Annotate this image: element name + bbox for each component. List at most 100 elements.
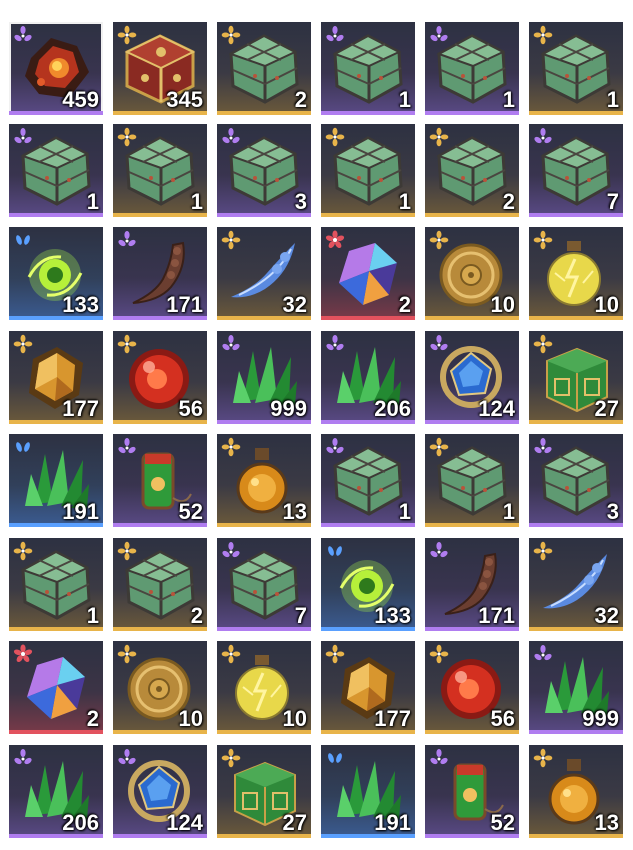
- item-count: 1: [190, 189, 203, 214]
- rarity-bar: [321, 627, 415, 631]
- inventory-slot[interactable]: 206: [321, 331, 415, 424]
- inventory-slot[interactable]: 124: [113, 745, 207, 838]
- rarity-bar: [217, 316, 311, 320]
- inventory-slot[interactable]: 2: [321, 227, 415, 320]
- inventory-slot[interactable]: 1: [321, 22, 415, 115]
- inventory-slot[interactable]: 2: [9, 641, 103, 734]
- item-count: 1: [86, 603, 99, 628]
- gold-rarity-icon: [117, 127, 137, 147]
- gold-rarity-icon: [429, 644, 449, 664]
- inventory-slot[interactable]: 52: [113, 434, 207, 527]
- gold-rarity-icon: [221, 230, 241, 250]
- rarity-bar: [321, 420, 415, 424]
- item-count: 10: [594, 292, 619, 317]
- item-count: 2: [86, 706, 99, 731]
- inventory-slot[interactable]: 1: [9, 538, 103, 631]
- inventory-slot[interactable]: 1: [425, 22, 519, 115]
- rarity-bar: [425, 627, 519, 631]
- inventory-slot[interactable]: 10: [113, 641, 207, 734]
- purple-rarity-icon: [13, 748, 33, 768]
- inventory-slot[interactable]: 7: [217, 538, 311, 631]
- purple-rarity-icon: [117, 230, 137, 250]
- rarity-bar: [529, 111, 623, 115]
- purple-rarity-icon: [221, 334, 241, 354]
- inventory-slot[interactable]: 10: [217, 641, 311, 734]
- inventory-slot[interactable]: 32: [529, 538, 623, 631]
- inventory-slot[interactable]: 27: [217, 745, 311, 838]
- inventory-slot[interactable]: 2: [425, 124, 519, 217]
- inventory-slot[interactable]: 1: [9, 124, 103, 217]
- item-count: 3: [294, 189, 307, 214]
- gold-rarity-icon: [533, 334, 553, 354]
- inventory-slot[interactable]: 999: [529, 641, 623, 734]
- rarity-bar: [321, 111, 415, 115]
- rarity-bar: [529, 523, 623, 527]
- inventory-slot[interactable]: 171: [113, 227, 207, 320]
- inventory-slot[interactable]: 171: [425, 538, 519, 631]
- gold-rarity-icon: [221, 437, 241, 457]
- inventory-slot[interactable]: 206: [9, 745, 103, 838]
- rarity-bar: [217, 627, 311, 631]
- item-count: 56: [490, 706, 515, 731]
- rarity-bar: [529, 213, 623, 217]
- inventory-slot[interactable]: 177: [321, 641, 415, 734]
- inventory-slot[interactable]: 7: [529, 124, 623, 217]
- inventory-slot[interactable]: 1: [321, 434, 415, 527]
- rarity-bar: [321, 213, 415, 217]
- rarity-bar: [9, 213, 103, 217]
- inventory-slot[interactable]: 10: [529, 227, 623, 320]
- inventory-slot[interactable]: 2: [217, 22, 311, 115]
- gold-rarity-icon: [429, 437, 449, 457]
- rarity-bar: [113, 523, 207, 527]
- inventory-slot[interactable]: 27: [529, 331, 623, 424]
- inventory-slot[interactable]: 56: [425, 641, 519, 734]
- inventory-slot[interactable]: 3: [529, 434, 623, 527]
- rarity-bar: [113, 730, 207, 734]
- rarity-bar: [113, 213, 207, 217]
- inventory-slot[interactable]: 133: [9, 227, 103, 320]
- inventory-slot[interactable]: 1: [529, 22, 623, 115]
- inventory-slot[interactable]: 345: [113, 22, 207, 115]
- purple-rarity-icon: [117, 748, 137, 768]
- blue-rarity-icon: [13, 437, 33, 457]
- inventory-slot[interactable]: 124: [425, 331, 519, 424]
- rarity-bar: [321, 730, 415, 734]
- rarity-bar: [529, 316, 623, 320]
- rarity-bar: [529, 627, 623, 631]
- inventory-slot[interactable]: 13: [529, 745, 623, 838]
- inventory-slot[interactable]: 191: [9, 434, 103, 527]
- purple-rarity-icon: [325, 25, 345, 45]
- inventory-slot[interactable]: 10: [425, 227, 519, 320]
- rarity-bar: [9, 730, 103, 734]
- inventory-slot[interactable]: 52: [425, 745, 519, 838]
- inventory-slot[interactable]: 1: [113, 124, 207, 217]
- inventory-slot[interactable]: 56: [113, 331, 207, 424]
- rarity-bar: [321, 316, 415, 320]
- rarity-bar: [425, 111, 519, 115]
- inventory-slot[interactable]: 32: [217, 227, 311, 320]
- gold-rarity-icon: [221, 25, 241, 45]
- gold-rarity-icon: [117, 25, 137, 45]
- inventory-slot[interactable]: 999: [217, 331, 311, 424]
- rarity-bar: [9, 316, 103, 320]
- rarity-bar: [9, 420, 103, 424]
- item-count: 7: [294, 603, 307, 628]
- item-count: 999: [582, 706, 619, 731]
- gold-rarity-icon: [533, 230, 553, 250]
- inventory-slot[interactable]: 191: [321, 745, 415, 838]
- inventory-slot[interactable]: 2: [113, 538, 207, 631]
- blue-rarity-icon: [325, 748, 345, 768]
- rarity-bar: [425, 316, 519, 320]
- inventory-slot[interactable]: 459: [9, 22, 103, 115]
- purple-rarity-icon: [325, 437, 345, 457]
- inventory-slot[interactable]: 1: [321, 124, 415, 217]
- inventory-slot[interactable]: 177: [9, 331, 103, 424]
- item-count: 32: [282, 292, 307, 317]
- item-count: 999: [270, 396, 307, 421]
- inventory-slot[interactable]: 1: [425, 434, 519, 527]
- blue-rarity-icon: [13, 230, 33, 250]
- inventory-slot[interactable]: 133: [321, 538, 415, 631]
- inventory-slot[interactable]: 3: [217, 124, 311, 217]
- inventory-slot[interactable]: 13: [217, 434, 311, 527]
- blue-rarity-icon: [325, 541, 345, 561]
